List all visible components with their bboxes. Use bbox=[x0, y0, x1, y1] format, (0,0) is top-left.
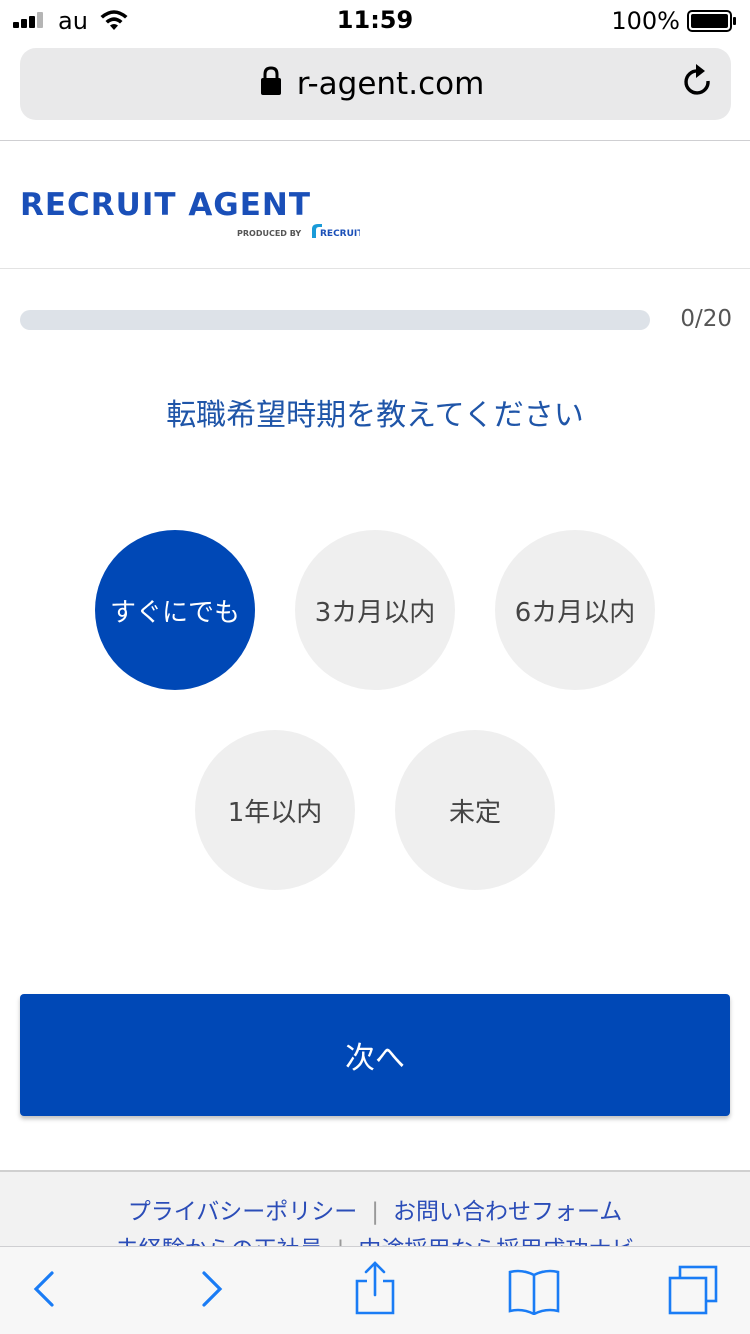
battery-icon bbox=[687, 10, 736, 32]
question-title: 転職希望時期を教えてください bbox=[166, 398, 584, 433]
tabs-icon[interactable] bbox=[668, 1265, 718, 1315]
address-bar[interactable]: r-agent.com bbox=[20, 48, 731, 120]
option-label: 未定 bbox=[448, 797, 501, 828]
footer-link-recruiting-navi[interactable]: 中途採用なら採用成功ナビ bbox=[358, 1237, 634, 1246]
url-text: r-agent.com bbox=[296, 66, 485, 102]
option-undecided[interactable]: 未定 bbox=[395, 730, 555, 890]
browser-toolbar bbox=[0, 1246, 750, 1334]
option-label: 6カ月以内 bbox=[514, 597, 636, 628]
progress-bar bbox=[20, 310, 650, 330]
divider bbox=[0, 140, 750, 141]
bookmarks-icon[interactable] bbox=[507, 1267, 561, 1315]
status-bar: au 11:59 100% bbox=[0, 0, 750, 40]
footer: プライバシーポリシー | お問い合わせフォーム 未経験からの正社員 | 中途採用なら採用… bbox=[0, 1170, 750, 1246]
next-button-label: 次へ bbox=[345, 1041, 405, 1076]
option-within-6-months[interactable]: 6カ月以内 bbox=[495, 530, 655, 690]
option-within-3-months[interactable]: 3カ月以内 bbox=[295, 530, 455, 690]
footer-link-contact-form[interactable]: お問い合わせフォーム bbox=[393, 1199, 622, 1225]
reload-icon[interactable] bbox=[681, 64, 715, 102]
back-icon[interactable] bbox=[30, 1265, 58, 1313]
footer-link-inexperienced[interactable]: 未経験からの正社員 bbox=[116, 1237, 323, 1246]
progress-count: 0/20 bbox=[680, 306, 732, 332]
option-immediately[interactable]: すぐにでも bbox=[95, 530, 255, 690]
option-label: 3カ月以内 bbox=[314, 597, 436, 628]
option-label: すぐにでも bbox=[109, 597, 240, 628]
share-icon[interactable] bbox=[354, 1261, 396, 1317]
footer-separator: | bbox=[371, 1199, 379, 1225]
battery-percentage: 100% bbox=[611, 7, 680, 35]
logo-produced-by: PRODUCED BY bbox=[237, 229, 301, 238]
next-button[interactable]: 次へ bbox=[20, 994, 730, 1116]
logo-text: RECRUIT AGENT bbox=[20, 187, 311, 223]
logo-recruit: RECRUIT bbox=[320, 229, 360, 239]
recruit-agent-logo[interactable]: RECRUIT AGENT PRODUCED BY RECRUIT bbox=[20, 185, 360, 245]
option-label: 1年以内 bbox=[227, 797, 323, 828]
header-divider bbox=[0, 268, 750, 269]
footer-separator: | bbox=[337, 1237, 345, 1246]
footer-link-privacy-policy[interactable]: プライバシーポリシー bbox=[128, 1199, 358, 1225]
forward-icon[interactable] bbox=[198, 1265, 226, 1313]
option-within-1-year[interactable]: 1年以内 bbox=[195, 730, 355, 890]
